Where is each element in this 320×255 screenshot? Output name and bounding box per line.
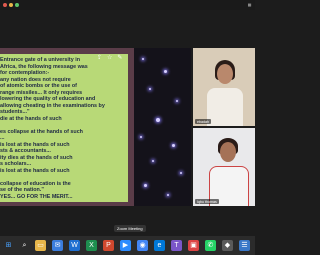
taskbar: ⊞ ⌕ ▭ ✉ W X P ▶ ◉ e T ▣ ✆ ◆ ☰ [0,236,255,255]
powerpoint-icon[interactable]: P [103,240,114,251]
folder-icon[interactable]: ▭ [35,240,46,251]
participant-face [220,142,236,162]
chrome-icon[interactable]: ◉ [137,240,148,251]
app-icon[interactable]: ◆ [222,240,233,251]
notification-icon[interactable]: ☰ [239,240,250,251]
minimize-dot[interactable] [9,3,13,7]
participant-video-2[interactable]: Iqbu thomas [193,128,255,206]
excel-icon[interactable]: X [86,240,97,251]
window-title-bar: ▦ [0,0,255,10]
participant-shirt [207,88,243,126]
whatsapp-icon[interactable]: ✆ [205,240,216,251]
start-icon[interactable]: ⊞ [3,240,14,251]
taskbar-tooltip: Zoom Meeting [114,225,146,232]
edge-icon[interactable]: e [154,240,165,251]
media-icon[interactable]: ▣ [188,240,199,251]
edit-icon[interactable]: ✎ [117,55,122,61]
participant-video-1[interactable]: ebadah [193,48,255,126]
zoom-icon[interactable]: ▶ [120,240,131,251]
slide-line: YES... GO FOR THE MERIT... [0,193,73,200]
shared-slide: Entrance gate of a university in Africa,… [0,54,128,202]
star-icon[interactable]: ☆ [107,55,112,61]
search-icon[interactable]: ⌕ [19,240,30,251]
sparkle-background [134,48,191,206]
maximize-dot[interactable] [15,3,19,7]
mail-icon[interactable]: ✉ [52,240,63,251]
slide-text: Entrance gate of a university in Africa,… [0,57,126,200]
participant-name: ebadah [195,119,211,124]
participant-face [217,64,233,84]
share-icon[interactable]: ⇪ [97,55,102,61]
teams-icon[interactable]: T [171,240,182,251]
participant-name: Iqbu thomas [195,199,219,204]
view-options-icon[interactable]: ▦ [248,2,252,7]
word-icon[interactable]: W [69,240,80,251]
close-dot[interactable] [3,3,7,7]
